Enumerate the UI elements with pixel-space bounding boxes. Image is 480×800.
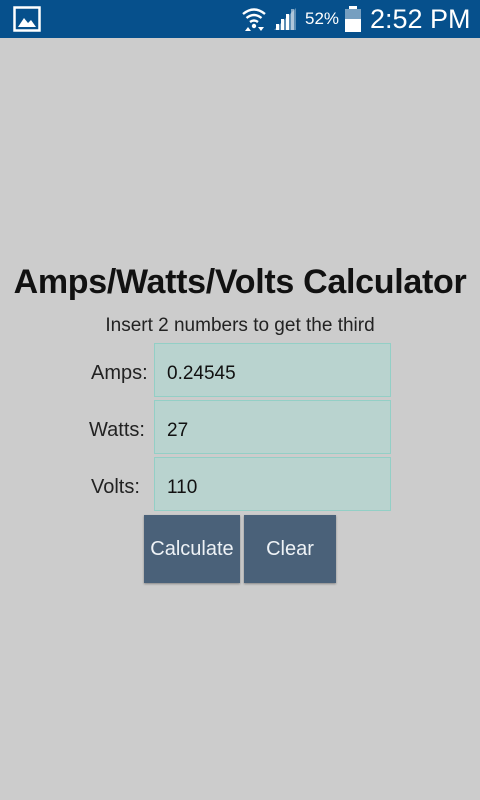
page-title: Amps/Watts/Volts Calculator [13,263,467,301]
signal-icon [274,8,296,30]
clear-button[interactable]: Clear [244,515,336,583]
status-bar: 52% 2:52 PM [0,0,480,38]
volts-input[interactable] [154,457,391,511]
gallery-icon [13,6,41,32]
battery-percent: 52% [305,9,340,28]
watts-input[interactable] [154,400,391,454]
instructions-text: Insert 2 numbers to get the third [105,315,375,336]
wifi-icon [242,8,266,31]
amps-input[interactable] [154,343,391,397]
calculate-button[interactable]: Calculate [144,515,240,583]
amps-label: Amps: [91,362,148,384]
clock: 2:52 PM [370,4,471,34]
watts-label: Watts: [89,419,145,441]
battery-icon [345,6,361,32]
volts-label: Volts: [91,476,140,498]
